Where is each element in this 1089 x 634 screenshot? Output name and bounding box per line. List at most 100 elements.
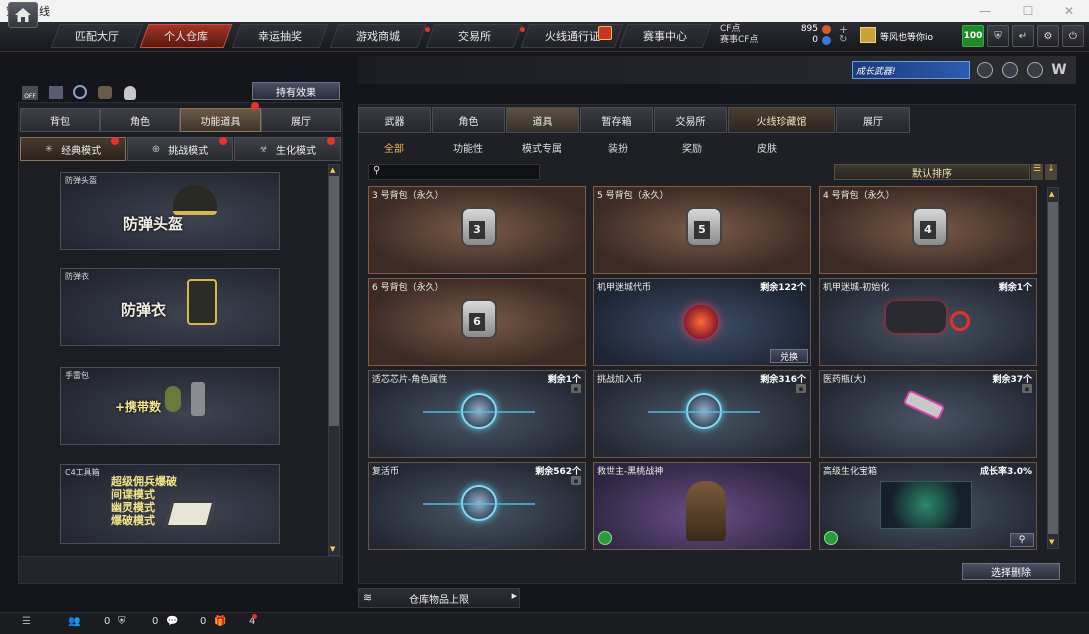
item-name: 挑战加入币 [597,375,643,385]
item-card[interactable]: 3 号背包（永久） 3 [368,186,586,274]
shield-icon[interactable]: ⛨ [118,616,126,627]
minimize-button[interactable]: — [965,0,1005,22]
sound-off-icon[interactable]: OFF [22,86,38,100]
friends-count: 0 [104,616,111,627]
gift-box-icon[interactable]: 🎁 [214,616,226,627]
menu-list-icon[interactable]: ☰ [22,616,31,627]
tab-function-items[interactable]: 功能道具 [180,108,261,132]
rank-shield-icon[interactable]: ⛨ [987,25,1009,47]
item-card[interactable]: 4 号背包（永久） 4 [819,186,1037,274]
settings-gear-icon[interactable]: ⚙ [1037,25,1059,47]
rtab-showroom[interactable]: 展厅 [836,107,910,133]
right-scroll-thumb[interactable] [1048,202,1058,534]
left-scroll-thumb[interactable] [329,176,339,426]
badge-2-icon[interactable] [1002,62,1018,78]
nav-tab-lobby[interactable]: 匹配大厅 [50,24,144,48]
storage-limit-bar[interactable]: ≋ 仓库物品上限 ▶ [358,588,520,608]
card-armor[interactable]: 防弹衣 防弹衣 [60,268,280,346]
badge-1-icon[interactable] [977,62,993,78]
item-card[interactable]: 高级生化宝箱 成长率3.0% ⚲ [819,462,1037,550]
nav-tab-events[interactable]: 赛事中心 [618,24,712,48]
rtab-collection[interactable]: 火线珍藏馆 [728,107,835,133]
home-icon [15,8,31,22]
scroll-up-icon[interactable]: ▲ [330,166,335,174]
right-scroll-down-icon[interactable]: ▼ [1049,538,1054,546]
return-icon[interactable]: ↵ [1012,25,1034,47]
sort-dropdown[interactable]: 默认排序 [834,164,1030,180]
select-delete-button[interactable]: 选择删除 [962,563,1060,580]
subtab-decor[interactable]: 装扮 [608,140,628,155]
rtab-weapons[interactable]: 武器 [358,107,431,133]
bag-number: 5 [694,221,710,239]
item-name: 救世主-黑桃战神 [597,467,664,477]
chat-icon[interactable]: 💬 [166,616,178,627]
chip-icon [423,393,535,429]
list-view-icon[interactable]: ☰ [1031,164,1043,180]
tab-character[interactable]: 角色 [100,108,180,132]
item-card[interactable]: 医药瓶(大) 剩余37个 ▪ [819,370,1037,458]
item-card[interactable]: 5 号背包（永久） 5 [593,186,811,274]
level-badge[interactable]: 100 [962,25,984,47]
subtab-functional[interactable]: 功能性 [453,140,483,155]
nav-tab-lottery[interactable]: 幸运抽奖 [231,24,329,48]
bag-number: 6 [469,313,485,331]
flashbang-icon [191,382,205,416]
inspect-search-icon[interactable]: ⚲ [1010,533,1034,547]
function-items-alert [251,102,259,110]
close-window-button[interactable]: ✕ [1049,0,1089,22]
stats-icon[interactable] [49,86,63,99]
rtab-exchange[interactable]: 交易所 [654,107,727,133]
friends-icon[interactable]: 👥 [68,616,80,627]
item-card[interactable]: 救世主-黑桃战神 [593,462,811,550]
card-c4-toolbox[interactable]: C4工具箱 超级佣兵爆破 间谍模式 幽灵模式 爆破模式 [60,464,280,544]
rtab-items[interactable]: 道具 [506,107,579,133]
exchange-button[interactable]: 兑换 [770,349,808,363]
mouse-icon[interactable] [124,86,136,100]
subtab-all[interactable]: 全部 [384,140,404,155]
tab-backpack[interactable]: 背包 [20,108,100,132]
card-helmet[interactable]: 防弹头盔 防弹头盔 [60,172,280,250]
reset-icon [950,311,970,331]
challenge-mode-icon: ⊕ [151,143,161,155]
lock-icon[interactable]: ▪ [571,384,581,393]
w-logo-icon[interactable]: W [1050,62,1068,78]
sort-down-icon[interactable]: ↓ [1045,164,1057,180]
scroll-down-icon[interactable]: ▼ [330,545,335,553]
nav-tab-exchange[interactable]: 交易所 [425,24,523,48]
rtab-storage[interactable]: 暂存箱 [580,107,653,133]
growth-weapon-banner[interactable]: 成长武器! [852,61,970,79]
nav-tab-warehouse[interactable]: 个人仓库 [139,24,233,48]
nav-tab-shop[interactable]: 游戏商城 [329,24,427,48]
lock-icon[interactable]: ▪ [796,384,806,393]
item-card[interactable]: 机甲迷城代币 剩余122个 兑换 [593,278,811,366]
mode-tab-zombie[interactable]: ☣ 生化模式 [234,137,341,161]
item-card[interactable]: 复活币 剩余562个 ▪ [368,462,586,550]
refresh-icon[interactable]: ↻ [839,34,847,45]
right-scroll-up-icon[interactable]: ▲ [1049,190,1054,198]
token-icon [684,305,718,339]
power-icon[interactable]: ⏻ [1062,25,1084,47]
rtab-characters[interactable]: 角色 [432,107,505,133]
lock-icon[interactable]: ▪ [1022,384,1032,393]
bag-3-icon: 3 [461,207,497,247]
badge-3-icon[interactable] [1027,62,1043,78]
bag-4-icon: 4 [912,207,948,247]
kit-icon[interactable] [98,86,112,99]
tab-showroom[interactable]: 展厅 [261,108,341,132]
cycle-icon[interactable] [73,85,87,99]
maximize-button[interactable]: ☐ [1008,0,1048,22]
search-input[interactable]: ⚲ [368,164,540,180]
home-button[interactable] [8,2,38,28]
item-card[interactable]: 挑战加入币 剩余316个 ▪ [593,370,811,458]
item-card[interactable]: 6 号背包（永久） 6 [368,278,586,366]
item-card[interactable]: 适芯芯片-角色属性 剩余1个 ▪ [368,370,586,458]
mode-tab-challenge[interactable]: ⊕ 挑战模式 [127,137,233,161]
subtab-skins[interactable]: 皮肤 [757,140,777,155]
subtab-rewards[interactable]: 奖励 [682,140,702,155]
avatar[interactable] [860,27,876,43]
subtab-mode-exclusive[interactable]: 模式专属 [522,140,562,155]
effect-button[interactable]: 持有效果 [252,82,340,100]
lock-icon[interactable]: ▪ [571,476,581,485]
card-grenade-pack[interactable]: 手雷包 +携带数 [60,367,280,445]
item-card[interactable]: 机甲迷城-初始化 剩余1个 [819,278,1037,366]
